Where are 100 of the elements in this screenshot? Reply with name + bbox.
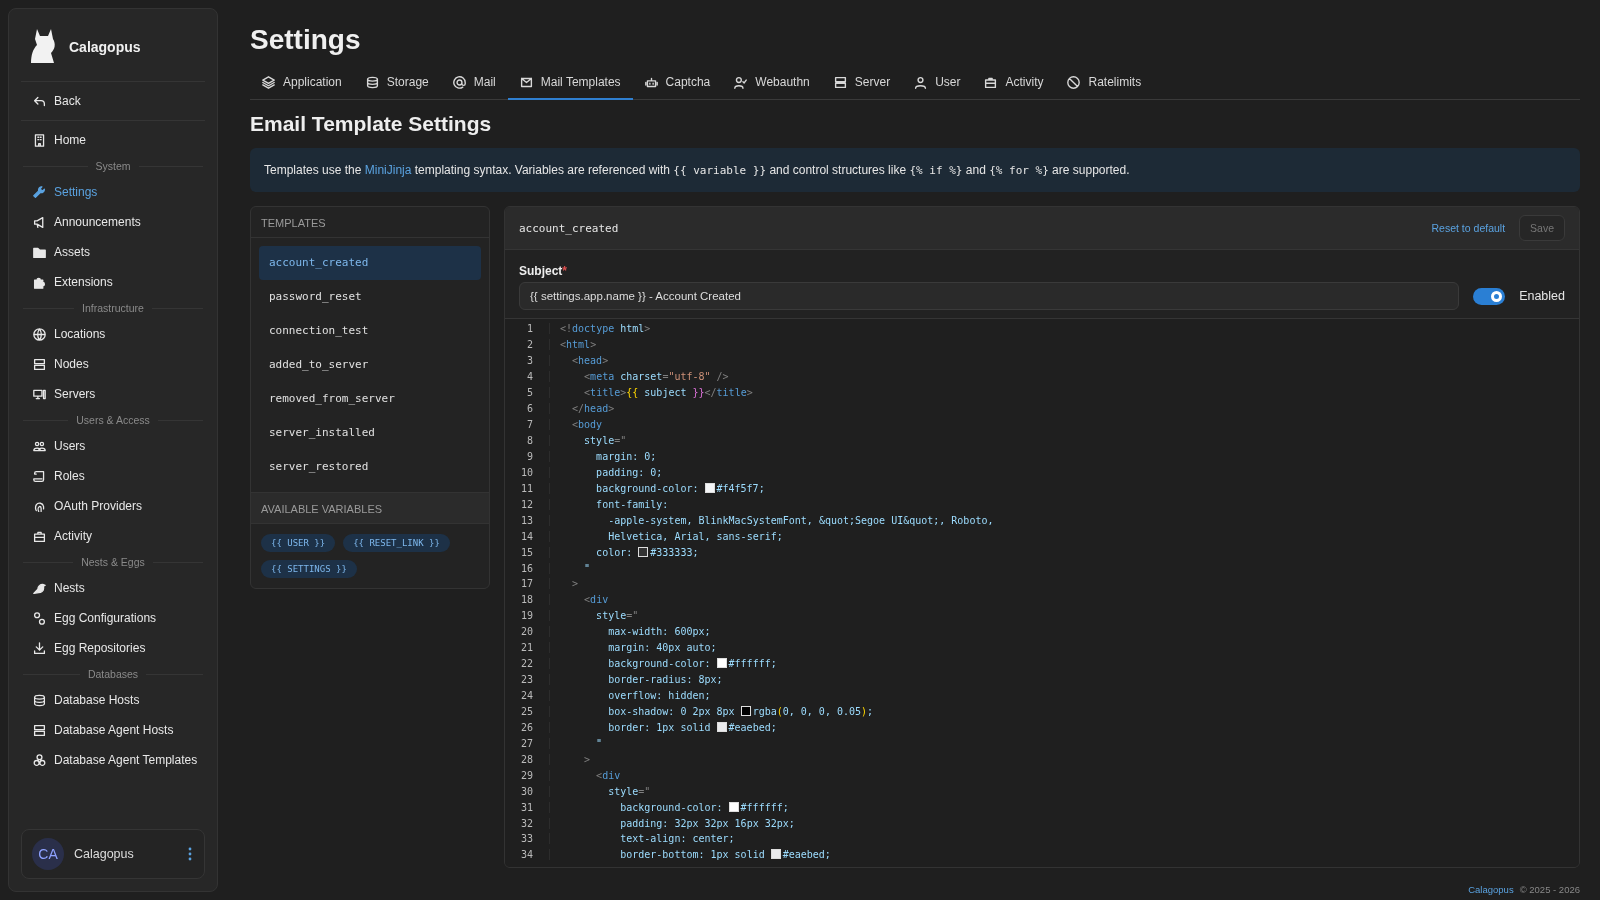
minijinja-link[interactable]: MiniJinja (364, 163, 412, 177)
sidebar-item[interactable]: OAuth Providers (21, 491, 205, 521)
settings-tab[interactable]: User (902, 68, 973, 100)
code-line: font-family: (595, 498, 669, 510)
code-line: </head> (571, 403, 615, 415)
line-number: 3 (505, 355, 550, 367)
sidebar-item[interactable]: Roles (21, 461, 205, 491)
line-number: 23 (505, 674, 550, 686)
settings-tab[interactable]: Ratelimits (1055, 68, 1154, 100)
enabled-toggle[interactable] (1473, 287, 1506, 305)
more-icon[interactable] (188, 847, 192, 861)
monitor-icon (33, 387, 46, 401)
sidebar-item[interactable]: Egg Configurations (21, 603, 205, 633)
code-line: background-color: #ffffff; (619, 801, 789, 813)
template-item[interactable]: account_created (259, 246, 481, 280)
code-line: <title>{{ subject }}</title> (583, 387, 753, 399)
settings-tab[interactable]: Mail (440, 68, 508, 100)
code-line: <body (571, 419, 603, 431)
template-item[interactable]: added_to_server (259, 348, 481, 382)
user-icon (914, 75, 928, 89)
line-number: 33 (505, 833, 550, 845)
line-number: 28 (505, 753, 550, 765)
template-item[interactable]: connection_test (259, 314, 481, 348)
group-heading: Infrastructure (82, 302, 144, 314)
line-number: 6 (505, 403, 550, 415)
sidebar-item[interactable]: Database Agent Templates (21, 745, 205, 775)
code-line: > (583, 753, 591, 765)
cubes-icon (33, 753, 46, 767)
settings-tab[interactable]: Activity (972, 68, 1056, 100)
settings-tab[interactable]: Mail Templates (507, 68, 633, 100)
variable-chip[interactable]: {{ RESET_LINK }} (343, 534, 450, 552)
sidebar-item[interactable]: Settings (21, 177, 205, 207)
sidebar-item[interactable]: Egg Repositories (21, 633, 205, 663)
folder-icon (33, 245, 46, 259)
line-number: 25 (505, 705, 550, 717)
envelope-icon (519, 75, 533, 89)
settings-tab[interactable]: Captcha (632, 68, 723, 100)
sidebar-item[interactable]: Extensions (21, 267, 205, 297)
line-number: 20 (505, 626, 550, 638)
reset-link[interactable]: Reset to default (1431, 222, 1506, 234)
settings-tab[interactable]: Application (250, 68, 354, 100)
info-text: Templates use the MiniJinja templating syntax. Variables are referenced with {{ variable }} and control structures like {% if %} and {% for %} are supported. (264, 163, 1131, 177)
sidebar-item[interactable]: Database Agent Hosts (21, 715, 205, 745)
code-line: <html> (559, 339, 597, 351)
code-line: Helvetica, Arial, sans-serif; (607, 530, 783, 542)
scroll-icon (33, 469, 46, 483)
settings-tab[interactable]: Server (821, 68, 903, 100)
code-line: text-align: center; (619, 833, 735, 845)
users-icon (33, 439, 46, 453)
sidebar-item[interactable]: Nests (21, 573, 205, 603)
settings-tab[interactable]: Webauthn (722, 68, 822, 100)
line-number: 7 (505, 419, 550, 431)
variables-heading: AVAILABLE VARIABLES (251, 492, 489, 524)
sidebar-item[interactable]: Nodes (21, 349, 205, 379)
sidebar-item[interactable]: Announcements (21, 207, 205, 237)
variable-chip[interactable]: {{ USER }} (261, 534, 336, 552)
sidebar-item[interactable]: Servers (21, 379, 205, 409)
template-item[interactable]: server_restored (259, 450, 481, 484)
wrench-icon (33, 185, 46, 199)
section-title: Email Template Settings (250, 112, 493, 136)
subject-label: Subject* (519, 264, 568, 278)
code-line: border: 1px solid #eaebed; (607, 721, 777, 733)
code-line: " (583, 562, 591, 574)
code-line: -apple-system, BlinkMacSystemFont, &quot;Segoe UI&quot;, Roboto, (607, 514, 994, 526)
sidebar-item[interactable]: Users (21, 431, 205, 461)
sidebar-item[interactable]: Database Hosts (21, 685, 205, 715)
footer-link[interactable]: Calagopus (1468, 884, 1514, 895)
template-item[interactable]: removed_from_server (259, 382, 481, 416)
fingerprint-icon (33, 499, 46, 513)
user-card[interactable]: CA Calagopus (21, 829, 205, 879)
sidebar-item[interactable]: Back (21, 86, 205, 116)
layers-icon (262, 75, 275, 89)
line-number: 10 (505, 466, 550, 478)
code-line: color: #333333; (595, 546, 699, 558)
variable-chip[interactable]: {{ SETTINGS }} (261, 560, 357, 578)
template-item[interactable]: password_reset (259, 280, 481, 314)
subject-field[interactable]: {{ settings.app.name }} - Account Created (519, 282, 1460, 310)
group-heading: System (95, 160, 131, 172)
line-number: 21 (505, 642, 550, 654)
briefcase-icon (984, 75, 998, 89)
settings-tab[interactable]: Storage (353, 68, 441, 100)
sidebar-item[interactable]: Activity (21, 521, 205, 551)
code-line: <div (583, 594, 609, 606)
server-icon (33, 723, 46, 737)
sidebar-item[interactable]: Assets (21, 237, 205, 267)
code-line: margin: 40px auto; (607, 642, 717, 654)
sidebar-item[interactable]: Locations (21, 319, 205, 349)
line-number: 30 (505, 785, 550, 797)
briefcase-icon (33, 529, 46, 543)
bird-icon (33, 581, 46, 595)
line-number: 11 (505, 482, 550, 494)
line-number: 27 (505, 737, 550, 749)
line-number: 13 (505, 514, 550, 526)
at-sign-icon (452, 75, 466, 89)
line-number: 29 (505, 769, 550, 781)
sidebar-item[interactable]: Home (21, 125, 205, 155)
templates-heading: TEMPLATES (251, 207, 489, 238)
code-line: background-color: #ffffff; (607, 658, 777, 670)
template-item[interactable]: server_installed (259, 416, 481, 450)
line-number: 14 (505, 530, 550, 542)
